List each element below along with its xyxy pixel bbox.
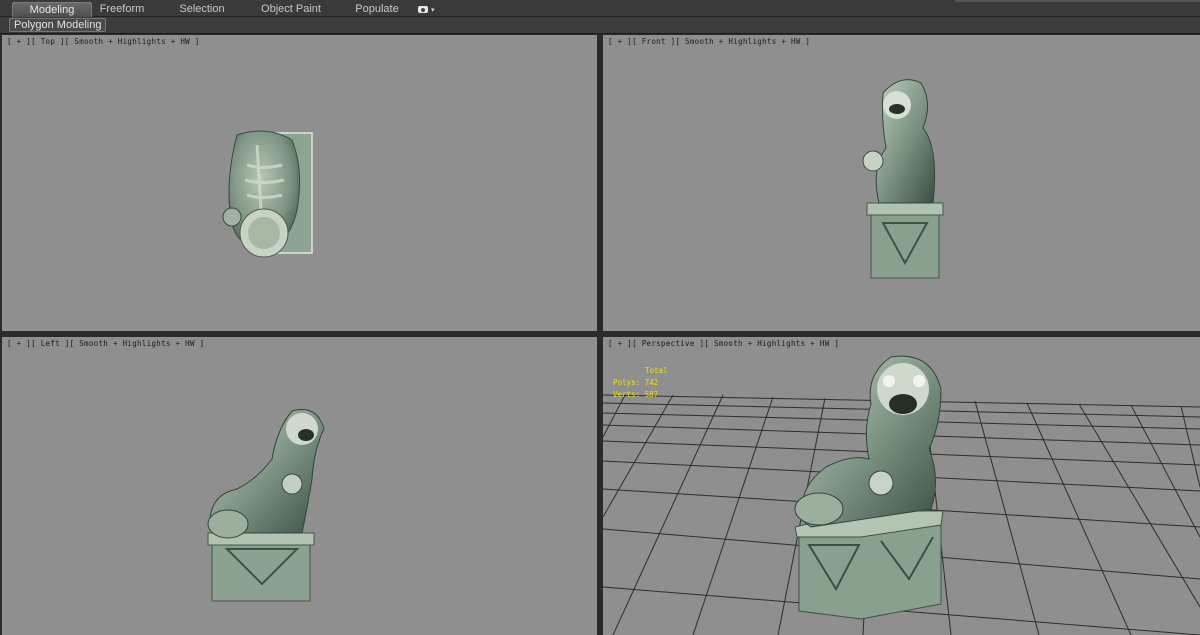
viewport-label-left[interactable]: [ + ][ Left ][ Smooth + Highlights + HW … xyxy=(7,339,204,348)
ribbon-options-button[interactable]: ▾ xyxy=(418,3,444,16)
stats-polys-row: Polys: 742 xyxy=(613,377,668,389)
tab-freeform[interactable]: Freeform xyxy=(94,2,150,17)
tab-object-paint[interactable]: Object Paint xyxy=(256,2,326,17)
ribbon-panel: Polygon Modeling xyxy=(0,17,1200,34)
viewport-label-top[interactable]: [ + ][ Top ][ Smooth + Highlights + HW ] xyxy=(7,37,200,46)
viewport-label-perspective[interactable]: [ + ][ Perspective ][ Smooth + Highlight… xyxy=(608,339,839,348)
viewport-perspective[interactable]: [ + ][ Perspective ][ Smooth + Highlight… xyxy=(603,337,1200,635)
ribbon-tab-bar: Modeling Freeform Selection Object Paint… xyxy=(0,0,1200,17)
camera-icon xyxy=(418,6,428,13)
chevron-down-icon: ▾ xyxy=(431,6,435,14)
lion-statue-front-view xyxy=(862,79,944,279)
stats-polys-value: 742 xyxy=(644,378,659,387)
polygon-modeling-panel-toggle[interactable]: Polygon Modeling xyxy=(9,18,107,32)
stats-verts-label: Verts: xyxy=(613,390,641,399)
viewport-label-front[interactable]: [ + ][ Front ][ Smooth + Highlights + HW… xyxy=(608,37,810,46)
scene-statistics: Total Polys: 742 Verts: 587 xyxy=(613,365,668,401)
viewport-left[interactable]: [ + ][ Left ][ Smooth + Highlights + HW … xyxy=(2,337,597,635)
stats-total-label: Total xyxy=(645,366,668,375)
stats-verts-value: 587 xyxy=(644,390,659,399)
ribbon-divider xyxy=(955,0,1200,2)
viewport-front[interactable]: [ + ][ Front ][ Smooth + Highlights + HW… xyxy=(603,35,1200,331)
tab-populate[interactable]: Populate xyxy=(350,2,404,17)
viewport-top[interactable]: [ + ][ Top ][ Smooth + Highlights + HW ] xyxy=(2,35,597,331)
tab-selection[interactable]: Selection xyxy=(174,2,230,17)
stats-polys-label: Polys: xyxy=(613,378,641,387)
stats-verts-row: Verts: 587 xyxy=(613,389,668,401)
lion-statue-left-view xyxy=(207,409,325,602)
lion-statue-perspective-view xyxy=(794,355,944,620)
tab-modeling[interactable]: Modeling xyxy=(12,2,92,17)
lion-statue-top-view xyxy=(222,130,313,258)
